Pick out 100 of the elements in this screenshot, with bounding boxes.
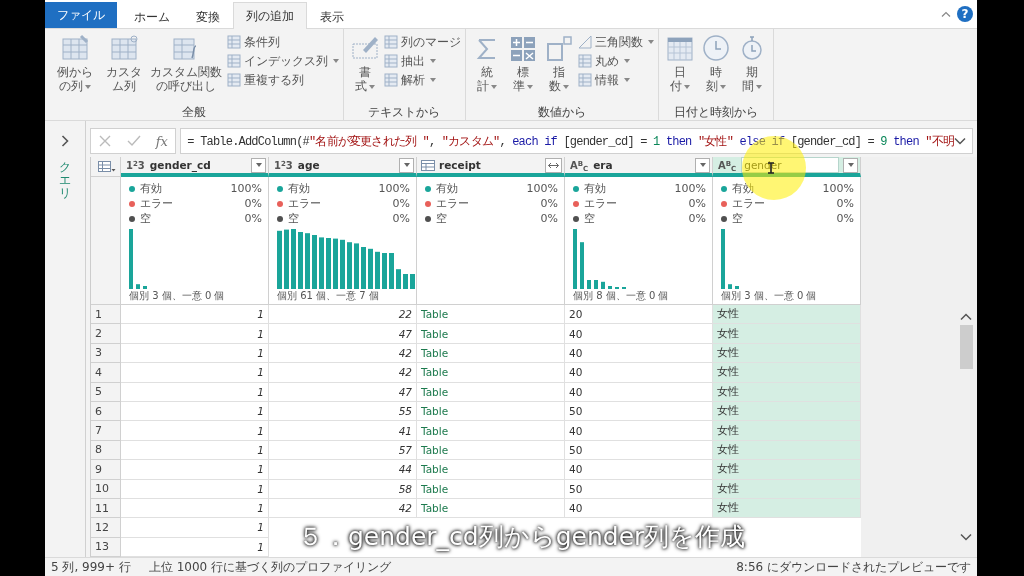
table-link[interactable]: Table <box>417 479 565 499</box>
ribbon-button[interactable]: 例からの列 <box>49 32 101 104</box>
table-link[interactable]: Table <box>417 498 565 519</box>
table-link[interactable]: Table <box>417 440 565 461</box>
ribbon-button[interactable]: 解析 <box>383 72 461 88</box>
filter-button[interactable] <box>251 157 266 173</box>
table-cell: 42 <box>269 498 417 519</box>
ribbon-tab[interactable]: ファイル <box>45 2 117 28</box>
ribbon-button[interactable]: 期間 <box>734 32 769 104</box>
table-link[interactable]: Table <box>417 421 565 441</box>
column-icon <box>383 35 398 49</box>
column-header[interactable]: receipt <box>417 157 565 177</box>
ribbon-button[interactable]: 三角関数 <box>577 34 654 50</box>
group-title: 数値から <box>536 104 587 120</box>
stat-value: 0% <box>392 197 410 210</box>
column-icon <box>226 35 241 49</box>
ribbon-button[interactable]: 丸め <box>577 53 654 69</box>
filter-button[interactable] <box>399 157 414 173</box>
column-header[interactable]: A$^{B}$$_{C}$ era <box>565 157 713 177</box>
ribbon-button[interactable]: 書式 <box>347 32 382 104</box>
status-text: 8:56 にダウンロードされたプレビューです <box>736 558 971 576</box>
filter-button[interactable] <box>843 157 858 173</box>
table-link[interactable]: Table <box>417 324 565 344</box>
ribbon-button[interactable]: インデックス列 <box>226 53 339 69</box>
ribbon-button[interactable]: カスタム列 <box>102 32 145 104</box>
stat-value: 0% <box>244 197 262 210</box>
chevron-down-icon[interactable] <box>954 137 966 145</box>
row-number: 10 <box>91 479 121 499</box>
scrollbar-thumb[interactable] <box>959 325 973 369</box>
table-link[interactable]: Table <box>417 343 565 364</box>
expand-arrows-icon <box>548 161 559 169</box>
table-link[interactable]: Table <box>417 382 565 402</box>
ribbon-button[interactable]: カスタム関数の呼び出し <box>146 32 225 104</box>
clock-icon <box>701 34 730 62</box>
ribbon-button[interactable]: 列のマージ <box>383 34 461 50</box>
table-link[interactable]: Table <box>417 401 565 422</box>
stat-label: 有効 <box>140 181 163 196</box>
ribbon-button[interactable]: 条件列 <box>226 34 339 50</box>
stat-label: 有効 <box>584 181 607 196</box>
table-cell: 女性 <box>713 363 861 383</box>
expand-button[interactable] <box>545 157 562 173</box>
table-cell: 1 <box>121 498 269 519</box>
type-icon[interactable]: 1$^{2}$3 <box>273 157 294 173</box>
ribbon-tab[interactable]: ホーム <box>121 4 183 29</box>
table-link[interactable]: Table <box>417 363 565 383</box>
stat-label: 有効 <box>436 181 459 196</box>
ribbon-button[interactable]: 標準 <box>505 32 540 104</box>
column-header[interactable]: 1$^{2}$3 gender_cd <box>121 157 269 177</box>
column-icon <box>577 54 592 68</box>
filter-button[interactable] <box>695 157 710 173</box>
ribbon-tab[interactable]: 変換 <box>183 4 233 29</box>
ribbon-button[interactable]: 重複する列 <box>226 72 339 88</box>
table-cell: 42 <box>269 343 417 364</box>
table-cell: 1 <box>121 305 269 325</box>
caret-icon <box>699 163 706 167</box>
expand-icon[interactable] <box>61 135 69 147</box>
row-number: 13 <box>91 537 121 558</box>
table-cell: 47 <box>269 382 417 402</box>
chevron-down-icon[interactable] <box>960 533 972 541</box>
table-cell: 41 <box>269 421 417 441</box>
table-cell: 42 <box>269 363 417 383</box>
queries-pane-label[interactable]: クエリ <box>59 161 71 201</box>
row-number: 2 <box>91 324 121 344</box>
column-icon <box>577 73 592 87</box>
ribbon-button[interactable]: 日付 <box>662 32 697 104</box>
table-cell: 女性 <box>713 440 861 461</box>
stat-label: エラー <box>288 196 322 211</box>
calendar-icon <box>665 34 694 62</box>
ribbon-tab[interactable]: 列の追加 <box>233 2 307 29</box>
caret-icon <box>403 163 410 167</box>
table-cell: 1 <box>121 440 269 461</box>
ribbon-tab[interactable]: 表示 <box>307 4 357 29</box>
table-cell: 1 <box>121 479 269 499</box>
stat-value: 0% <box>688 197 706 210</box>
status-text: 上位 1000 行に基づく列のプロファイリング <box>148 558 392 576</box>
ribbon-button[interactable]: 統計 <box>469 32 504 104</box>
help-button[interactable]: ? <box>957 6 973 22</box>
fx-button[interactable]: fx <box>155 133 168 149</box>
ribbon-button[interactable]: 抽出 <box>383 53 461 69</box>
collapse-icon[interactable] <box>941 11 951 17</box>
type-icon[interactable]: 1$^{2}$3 <box>125 157 146 173</box>
ribbon-button[interactable]: 指数 <box>541 32 576 104</box>
table-menu-button[interactable] <box>91 157 121 177</box>
table-cell: 57 <box>269 440 417 461</box>
group-title: 全般 <box>180 104 207 120</box>
stat-value: 0% <box>540 197 558 210</box>
table-link[interactable]: Table <box>417 460 565 480</box>
ribbon-button[interactable]: 情報 <box>577 72 654 88</box>
table-cell: 1 <box>121 421 269 441</box>
chevron-up-icon[interactable] <box>960 313 972 321</box>
table-link[interactable]: Table <box>417 305 565 325</box>
table-cell: 女性 <box>713 421 861 441</box>
stat-label: エラー <box>140 196 174 211</box>
ribbon-button[interactable]: 時刻 <box>698 32 733 104</box>
column-header[interactable]: 1$^{2}$3 age <box>269 157 417 177</box>
check-icon[interactable] <box>127 134 142 148</box>
table-cell: 女性 <box>713 479 861 499</box>
table-cell: 55 <box>269 401 417 422</box>
stat-value: 100% <box>674 182 706 195</box>
table-cell: 58 <box>269 479 417 499</box>
